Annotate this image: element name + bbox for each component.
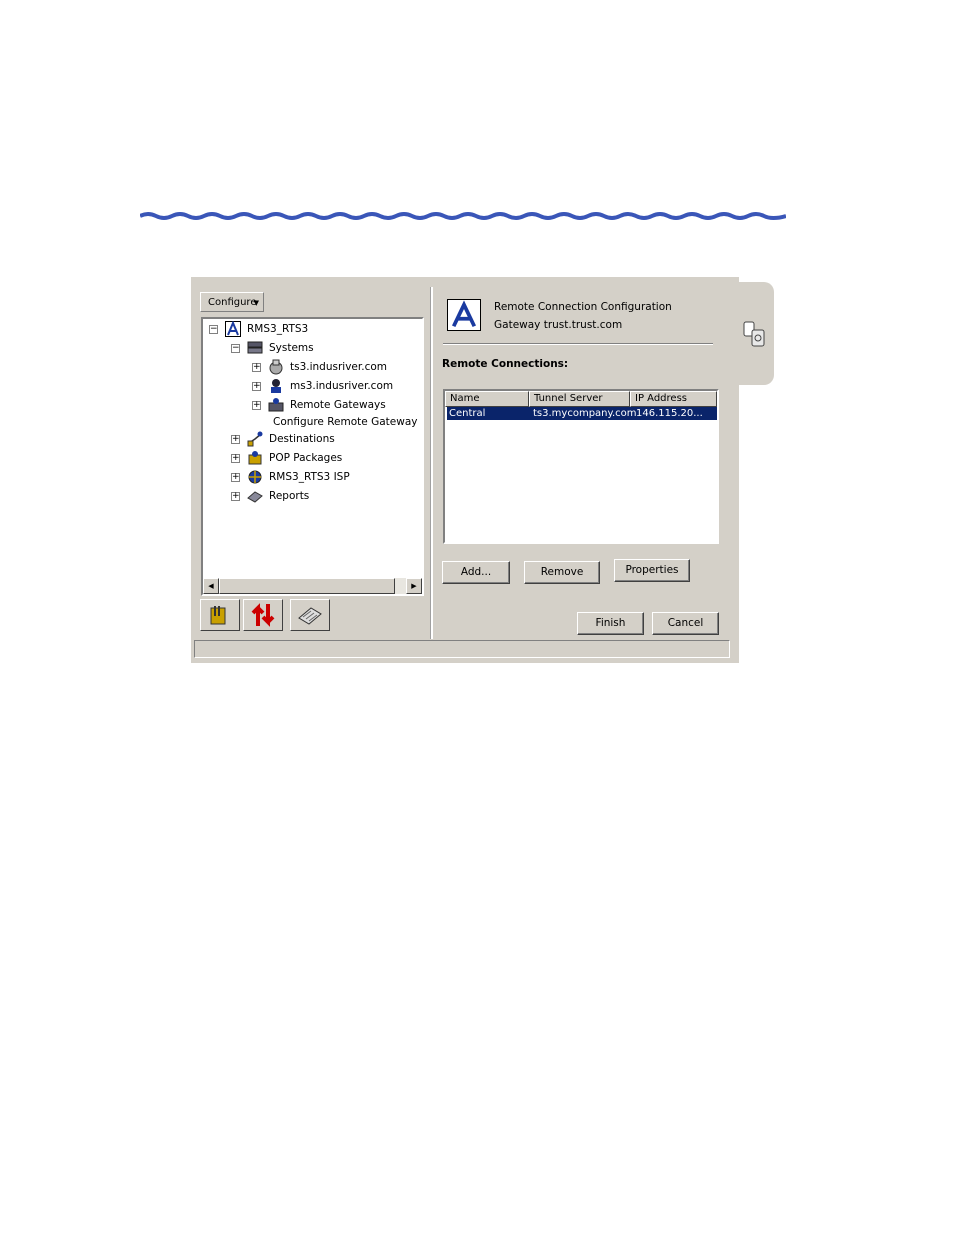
decorative-wave-rule bbox=[140, 212, 786, 220]
scroll-thumb[interactable] bbox=[219, 578, 395, 594]
cell-ip-address: 146.115.20... bbox=[636, 408, 703, 419]
column-header-name[interactable]: Name bbox=[445, 391, 529, 407]
column-header-tunnel-server[interactable]: Tunnel Server bbox=[529, 391, 630, 407]
tree-node-remote-gateways-label: Remote Gateways bbox=[290, 399, 386, 411]
logo-a-icon bbox=[225, 321, 241, 337]
collapse-icon[interactable]: − bbox=[209, 325, 218, 334]
tree-node-root-label: RMS3_RTS3 bbox=[247, 323, 309, 335]
scroll-left-arrow-icon[interactable]: ◀ bbox=[203, 578, 219, 594]
destinations-icon bbox=[247, 431, 263, 447]
properties-button[interactable]: Properties bbox=[614, 559, 690, 582]
scroll-right-arrow-icon[interactable]: ▶ bbox=[406, 578, 422, 594]
expand-icon[interactable]: + bbox=[231, 492, 240, 501]
tree-node-reports-label: Reports bbox=[269, 490, 310, 502]
remove-button[interactable]: Remove bbox=[524, 561, 600, 584]
expand-icon[interactable]: + bbox=[231, 473, 240, 482]
status-bar bbox=[194, 640, 730, 658]
title-line-2: Gateway trust.trust.com bbox=[494, 319, 623, 331]
systems-icon bbox=[247, 341, 263, 354]
logo-a-icon bbox=[447, 299, 481, 331]
gateway-icon bbox=[268, 398, 284, 412]
view-configure-button[interactable] bbox=[200, 599, 240, 631]
expand-icon[interactable]: + bbox=[231, 454, 240, 463]
add-button[interactable]: Add... bbox=[442, 561, 510, 584]
server-icon bbox=[269, 359, 283, 375]
tree-node-ms3-label: ms3.indusriver.com bbox=[290, 380, 394, 392]
server-user-icon bbox=[271, 379, 281, 393]
view-transfer-button[interactable] bbox=[243, 599, 283, 631]
chevron-down-icon: ▼ bbox=[253, 299, 259, 307]
expand-icon[interactable]: + bbox=[252, 401, 261, 410]
collapse-icon[interactable]: − bbox=[231, 344, 240, 353]
tree-node-destinations-label: Destinations bbox=[269, 433, 335, 445]
title-line-1: Remote Connection Configuration bbox=[494, 301, 672, 313]
navigation-tree[interactable]: − RMS3_RTS3 − Systems + ts3.indusriver.c… bbox=[201, 317, 424, 596]
cell-tunnel-server: ts3.mycompany.com bbox=[533, 408, 637, 419]
expand-icon[interactable]: + bbox=[231, 435, 240, 444]
header-separator bbox=[443, 343, 713, 345]
tree-node-pop-packages-label: POP Packages bbox=[269, 452, 343, 464]
package-icon bbox=[248, 451, 262, 465]
page-title: Remote Connection Configuration Gateway … bbox=[494, 298, 672, 334]
up-down-arrows-icon bbox=[251, 603, 275, 627]
pane-divider bbox=[430, 287, 433, 639]
configure-menu-button[interactable]: Configure ▼ bbox=[200, 292, 264, 312]
expand-icon[interactable]: + bbox=[252, 363, 261, 372]
cancel-button[interactable]: Cancel bbox=[652, 612, 719, 635]
configure-menu-label: Configure bbox=[208, 297, 257, 308]
tree-node-configure-remote-gateway-label: Configure Remote Gateway bbox=[273, 416, 418, 428]
remote-connections-label: Remote Connections: bbox=[442, 358, 569, 370]
remote-connections-list[interactable]: Name Tunnel Server IP Address Central ts… bbox=[443, 389, 719, 544]
isp-icon bbox=[248, 470, 262, 484]
tree-node-ts3-label: ts3.indusriver.com bbox=[290, 361, 387, 373]
configure-view-icon bbox=[210, 606, 226, 625]
expand-icon[interactable]: + bbox=[252, 382, 261, 391]
tree-node-isp-label: RMS3_RTS3 ISP bbox=[269, 471, 350, 483]
view-reports-button[interactable] bbox=[290, 599, 330, 631]
tree-node-systems-label: Systems bbox=[269, 342, 314, 354]
table-row[interactable]: Central ts3.mycompany.com 146.115.20... bbox=[447, 407, 717, 420]
finish-button[interactable]: Finish bbox=[577, 612, 644, 635]
side-tab-tools-icon[interactable] bbox=[740, 318, 770, 352]
column-header-ip-address[interactable]: IP Address bbox=[630, 391, 717, 407]
tree-horizontal-scrollbar[interactable]: ◀ ▶ bbox=[203, 578, 422, 594]
notebook-icon bbox=[298, 607, 322, 625]
cell-name: Central bbox=[449, 408, 486, 419]
reports-icon bbox=[247, 491, 263, 503]
